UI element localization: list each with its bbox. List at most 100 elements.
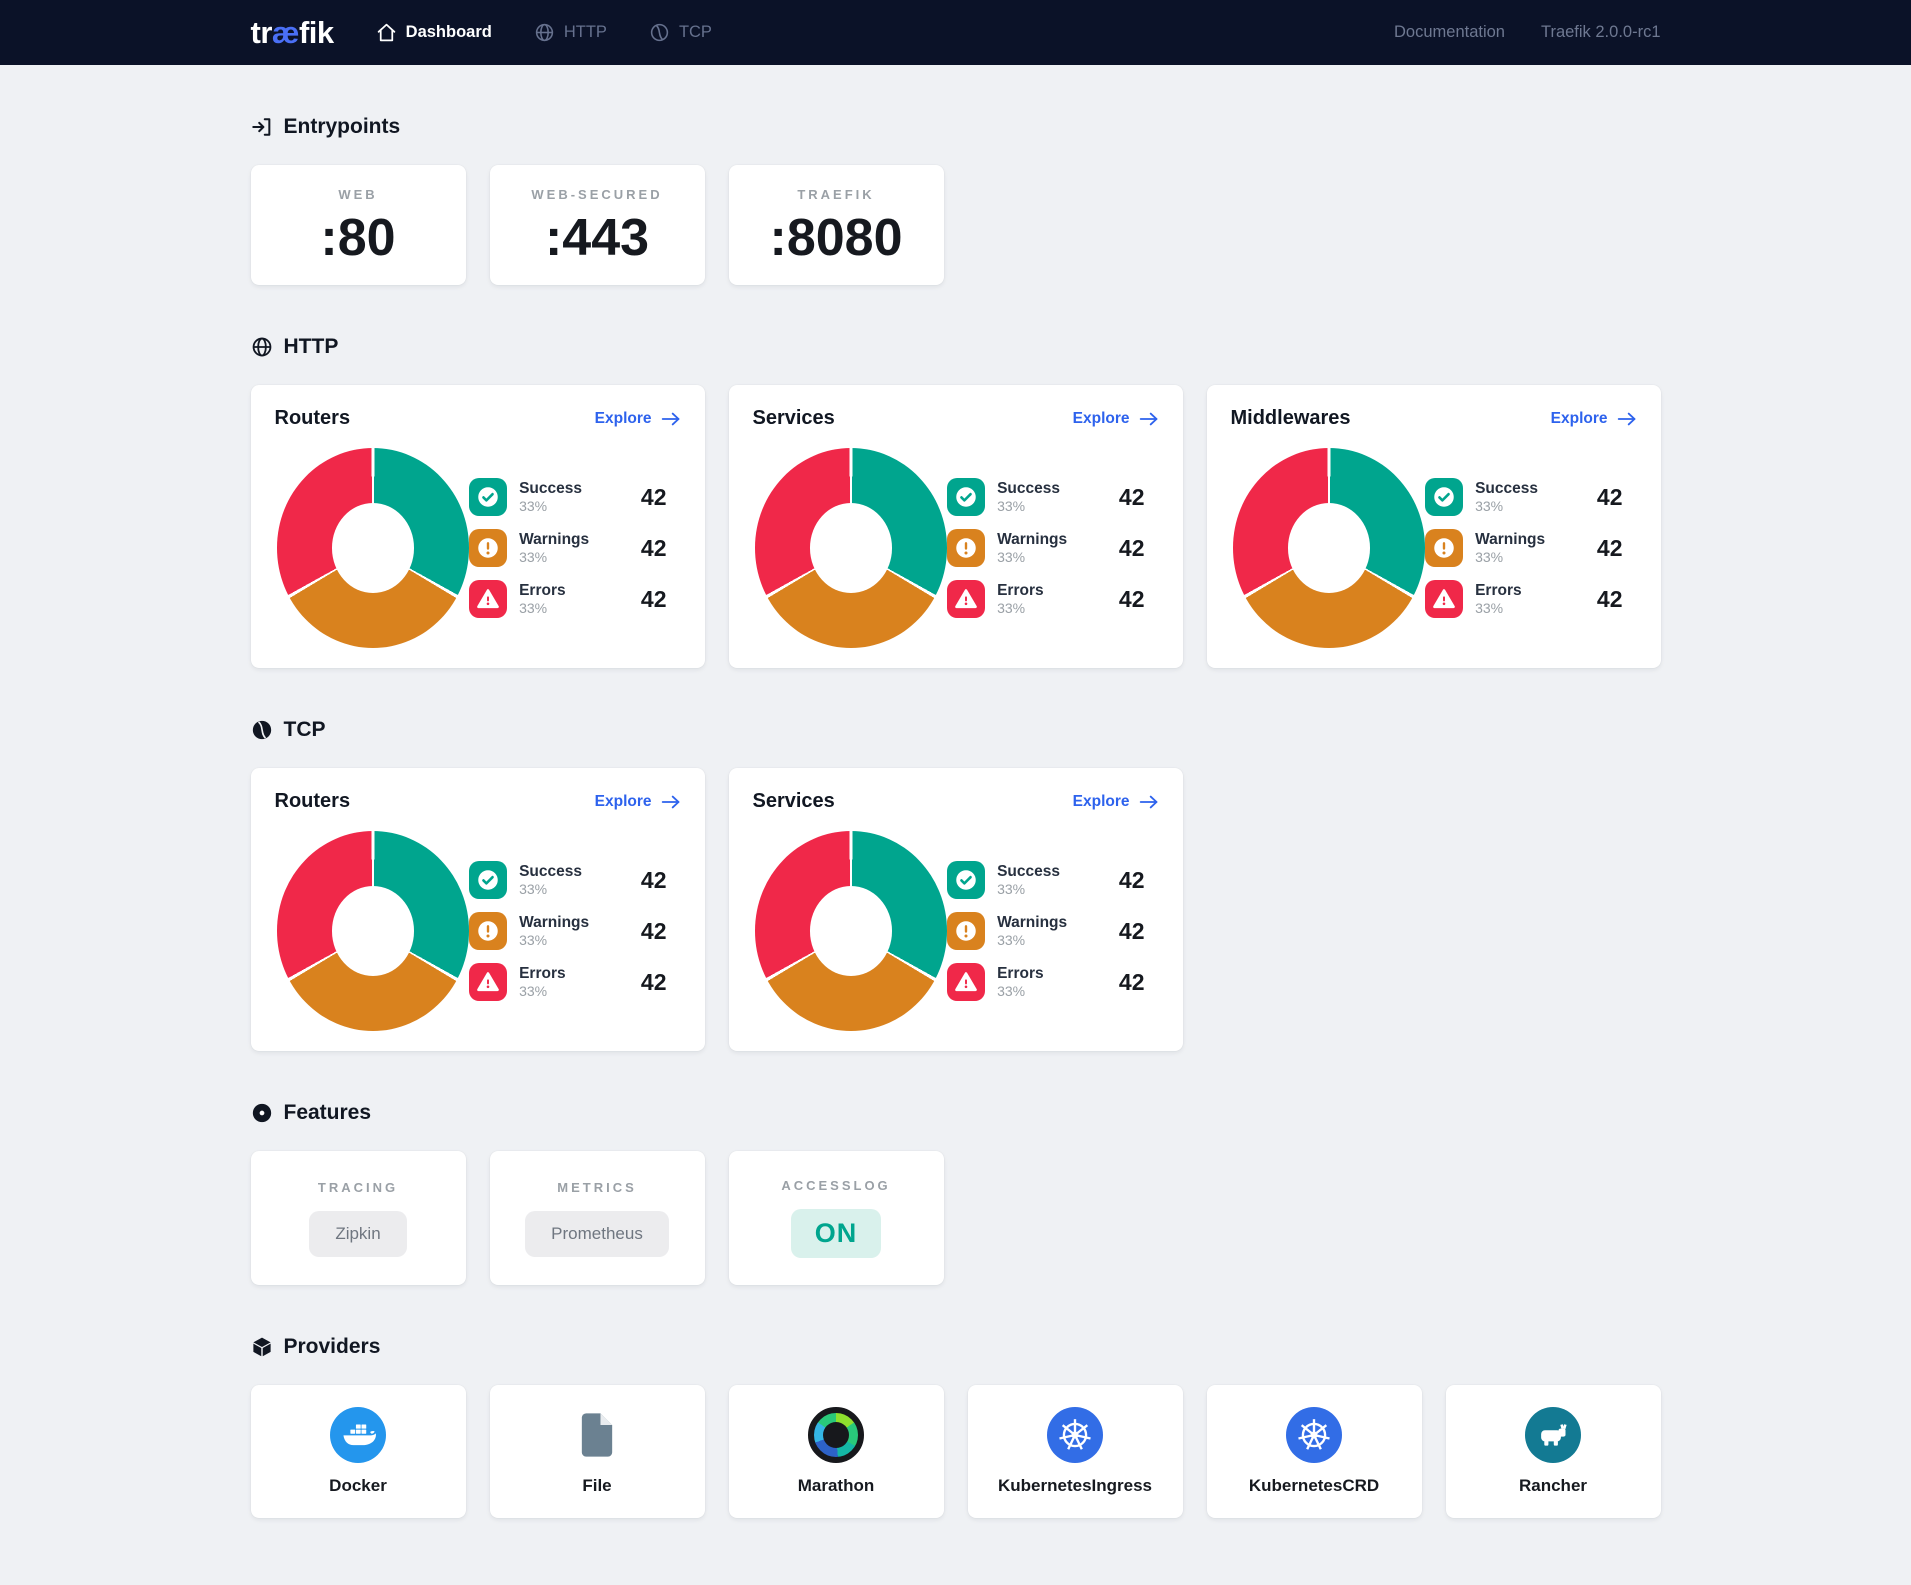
tcp-services-card: Services Explore Success33% 42 bbox=[729, 768, 1183, 1051]
navbar: træfik Dashboard HTTP TCP Documentation … bbox=[0, 0, 1911, 65]
provider-name: File bbox=[582, 1476, 611, 1496]
status-legend: Success33% 42 Warnings33% 42 Errors33% 4… bbox=[469, 861, 666, 1001]
explore-label: Explore bbox=[1073, 793, 1130, 811]
nav-item-label: Dashboard bbox=[406, 23, 492, 42]
status-legend: Success33% 42 Warnings33% 42 Errors33% 4… bbox=[947, 478, 1144, 618]
entrypoints-section: Entrypoints WEB :80 WEB-SECURED :443 TRA… bbox=[251, 115, 1661, 285]
legend-value: 42 bbox=[1597, 535, 1623, 562]
rancher-icon bbox=[1525, 1407, 1581, 1463]
logo-accent-text: æ bbox=[272, 15, 299, 50]
legend-value: 42 bbox=[1119, 535, 1145, 562]
legend-percent: 33% bbox=[1475, 600, 1522, 618]
legend-label: Success bbox=[997, 862, 1060, 881]
arrow-right-icon bbox=[1617, 411, 1637, 427]
documentation-link[interactable]: Documentation bbox=[1394, 23, 1505, 42]
explore-link[interactable]: Explore bbox=[1073, 410, 1159, 428]
legend-row-errors: Errors33% 42 bbox=[1425, 580, 1622, 618]
explore-label: Explore bbox=[595, 793, 652, 811]
version-link[interactable]: Traefik 2.0.0-rc1 bbox=[1541, 23, 1661, 42]
error-icon bbox=[1425, 580, 1463, 618]
feature-card-tracing: TRACING Zipkin bbox=[251, 1151, 466, 1285]
legend-value: 42 bbox=[1119, 969, 1145, 996]
http-routers-card: Routers Explore Success33% 42 bbox=[251, 385, 705, 668]
provider-name: KubernetesCRD bbox=[1249, 1476, 1379, 1496]
legend-label: Errors bbox=[997, 964, 1044, 983]
provider-name: Docker bbox=[329, 1476, 387, 1496]
legend-percent: 33% bbox=[519, 983, 566, 1001]
success-icon bbox=[947, 478, 985, 516]
features-section: Features TRACING Zipkin METRICS Promethe… bbox=[251, 1101, 1661, 1285]
nav-item-http[interactable]: HTTP bbox=[534, 22, 607, 43]
error-icon bbox=[469, 963, 507, 1001]
tcp-ball-icon bbox=[251, 719, 273, 741]
legend-label: Warnings bbox=[519, 913, 589, 932]
legend-value: 42 bbox=[1119, 484, 1145, 511]
http-services-card: Services Explore Success33% 42 bbox=[729, 385, 1183, 668]
legend-value: 42 bbox=[641, 586, 667, 613]
entrypoint-port: :80 bbox=[320, 212, 395, 264]
provider-name: Rancher bbox=[1519, 1476, 1587, 1496]
explore-link[interactable]: Explore bbox=[595, 410, 681, 428]
status-donut-chart bbox=[755, 831, 948, 1031]
explore-link[interactable]: Explore bbox=[1073, 793, 1159, 811]
legend-row-success: Success33% 42 bbox=[1425, 478, 1622, 516]
card-title: Routers bbox=[275, 790, 351, 813]
warning-icon bbox=[469, 529, 507, 567]
docker-icon bbox=[330, 1407, 386, 1463]
status-donut-chart bbox=[277, 831, 470, 1031]
legend-row-warnings: Warnings33% 42 bbox=[947, 912, 1144, 950]
legend-value: 42 bbox=[641, 484, 667, 511]
feature-value-badge: Prometheus bbox=[525, 1211, 669, 1257]
provider-card-marathon: Marathon bbox=[729, 1385, 944, 1518]
success-icon bbox=[947, 861, 985, 899]
login-icon bbox=[251, 116, 273, 138]
nav-item-dashboard[interactable]: Dashboard bbox=[376, 22, 492, 43]
section-title: HTTP bbox=[284, 335, 339, 359]
legend-label: Success bbox=[997, 479, 1060, 498]
legend-row-errors: Errors33% 42 bbox=[469, 580, 666, 618]
explore-label: Explore bbox=[1551, 410, 1608, 428]
traefik-logo[interactable]: træfik bbox=[251, 15, 334, 51]
entrypoint-name: TRAEFIK bbox=[797, 187, 874, 202]
legend-row-success: Success33% 42 bbox=[947, 861, 1144, 899]
legend-row-errors: Errors33% 42 bbox=[947, 963, 1144, 1001]
nav-item-label: HTTP bbox=[564, 23, 607, 42]
provider-card-rancher: Rancher bbox=[1446, 1385, 1661, 1518]
status-donut-chart bbox=[755, 448, 948, 648]
error-icon bbox=[947, 963, 985, 1001]
provider-card-docker: Docker bbox=[251, 1385, 466, 1518]
logo-text: tr bbox=[251, 15, 272, 50]
explore-link[interactable]: Explore bbox=[1551, 410, 1637, 428]
legend-label: Success bbox=[519, 479, 582, 498]
legend-percent: 33% bbox=[1475, 498, 1538, 516]
explore-label: Explore bbox=[595, 410, 652, 428]
nav-item-tcp[interactable]: TCP bbox=[649, 22, 712, 43]
legend-value: 42 bbox=[1119, 586, 1145, 613]
legend-percent: 33% bbox=[997, 600, 1044, 618]
legend-percent: 33% bbox=[997, 983, 1044, 1001]
section-title: Entrypoints bbox=[284, 115, 401, 139]
providers-section: Providers Docker File Marathon bbox=[251, 1335, 1661, 1518]
legend-row-warnings: Warnings33% 42 bbox=[947, 529, 1144, 567]
error-icon bbox=[947, 580, 985, 618]
card-title: Middlewares bbox=[1231, 407, 1351, 430]
feature-name: TRACING bbox=[318, 1180, 398, 1195]
legend-label: Warnings bbox=[997, 913, 1067, 932]
card-title: Services bbox=[753, 790, 835, 813]
legend-value: 42 bbox=[1597, 484, 1623, 511]
success-icon bbox=[469, 478, 507, 516]
legend-row-success: Success33% 42 bbox=[469, 861, 666, 899]
explore-link[interactable]: Explore bbox=[595, 793, 681, 811]
disc-icon bbox=[251, 1102, 273, 1124]
legend-label: Errors bbox=[997, 581, 1044, 600]
legend-percent: 33% bbox=[519, 932, 589, 950]
status-donut-chart bbox=[277, 448, 470, 648]
arrow-right-icon bbox=[661, 794, 681, 810]
cube-icon bbox=[251, 1336, 273, 1358]
legend-label: Warnings bbox=[1475, 530, 1545, 549]
legend-value: 42 bbox=[641, 867, 667, 894]
logo-text: fik bbox=[299, 15, 334, 50]
legend-percent: 33% bbox=[519, 600, 566, 618]
tcp-routers-card: Routers Explore Success33% 42 bbox=[251, 768, 705, 1051]
tcp-section: TCP Routers Explore Success33% bbox=[251, 718, 1661, 1051]
